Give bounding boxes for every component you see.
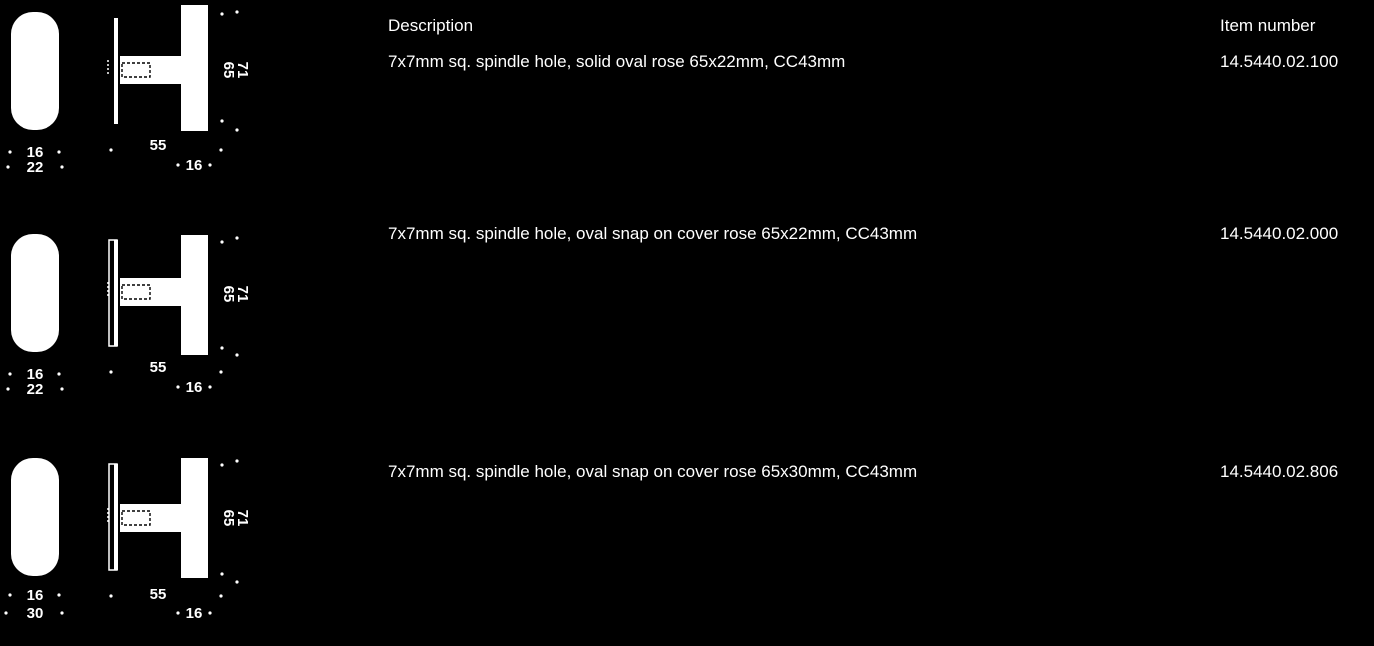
technical-drawing: 16 22 65 71 55 16 (6, 234, 251, 398)
handle-shank (120, 56, 190, 84)
rose-depth-dim: 30 (27, 605, 44, 622)
overall-height-dim: 71 (234, 62, 251, 79)
dim-dot (220, 12, 224, 16)
dim-dot (235, 10, 239, 14)
rose-front-view (11, 12, 59, 130)
dim-dot (219, 594, 223, 598)
row-description: 7x7mm sq. spindle hole, oval snap on cov… (388, 462, 918, 481)
dim-dot (57, 372, 61, 376)
product-row: 16 30 65 71 55 16 7x7mm sq. spindle hole… (0, 446, 1374, 646)
dim-dot (57, 150, 61, 154)
dim-dot (8, 150, 12, 154)
dim-dot (8, 593, 12, 597)
dim-dot (176, 163, 180, 167)
rose-depth-dim: 22 (27, 159, 44, 176)
rose-width-dim: 16 (27, 587, 44, 604)
dim-dot (57, 593, 61, 597)
dim-dot (6, 165, 10, 169)
dim-dot (208, 611, 212, 615)
technical-drawing: 16 30 65 71 55 16 (4, 458, 251, 622)
lever-grip (181, 235, 208, 355)
dim-dot (235, 580, 239, 584)
product-row: 16 22 65 71 55 16 7x7mm sq. spindle hole… (0, 222, 1374, 422)
product-row: 16 22 65 71 55 16 7x7mm sq. spindle hole… (0, 0, 1374, 200)
dim-dot (235, 236, 239, 240)
dim-dot (60, 387, 64, 391)
projection-dim: 55 (150, 137, 167, 154)
base-width-dim: 16 (186, 157, 203, 174)
dim-dot (219, 148, 223, 152)
rose-depth-dim: 22 (27, 381, 44, 398)
dim-dot (220, 463, 224, 467)
base-width-dim: 16 (186, 379, 203, 396)
row-description: 7x7mm sq. spindle hole, solid oval rose … (388, 52, 846, 71)
dim-dot (220, 119, 224, 123)
dim-dot (6, 387, 10, 391)
rose-plate (114, 18, 118, 124)
dim-dot (235, 459, 239, 463)
dim-dot (4, 611, 8, 615)
dim-dot (208, 163, 212, 167)
dim-dot (60, 611, 64, 615)
dim-dot (235, 353, 239, 357)
projection-dim: 55 (150, 359, 167, 376)
projection-dim: 55 (150, 586, 167, 603)
rose-plate (114, 240, 118, 346)
rose-plate (114, 464, 118, 570)
row-item-number: 14.5440.02.100 (1220, 52, 1339, 71)
row-item-number: 14.5440.02.806 (1220, 462, 1339, 481)
technical-drawing: 16 22 65 71 55 16 (6, 5, 251, 176)
dim-dot (235, 128, 239, 132)
dim-dot (176, 611, 180, 615)
overall-height-dim: 71 (234, 286, 251, 303)
rose-front-view (11, 234, 59, 352)
overall-height-dim: 71 (234, 510, 251, 527)
dim-dot (60, 165, 64, 169)
dim-dot (220, 240, 224, 244)
dim-dot (109, 370, 113, 374)
dim-dot (176, 385, 180, 389)
base-width-dim: 16 (186, 605, 203, 622)
handle-shank (120, 278, 190, 306)
dim-dot (220, 346, 224, 350)
dim-dot (220, 572, 224, 576)
lever-grip (181, 5, 208, 131)
row-description: 7x7mm sq. spindle hole, oval snap on cov… (388, 224, 918, 243)
dim-dot (109, 148, 113, 152)
dim-dot (8, 372, 12, 376)
dim-dot (208, 385, 212, 389)
row-item-number: 14.5440.02.000 (1220, 224, 1339, 243)
dim-dot (109, 594, 113, 598)
handle-shank (120, 504, 190, 532)
dim-dot (219, 370, 223, 374)
rose-front-view (11, 458, 59, 576)
lever-grip (181, 458, 208, 578)
